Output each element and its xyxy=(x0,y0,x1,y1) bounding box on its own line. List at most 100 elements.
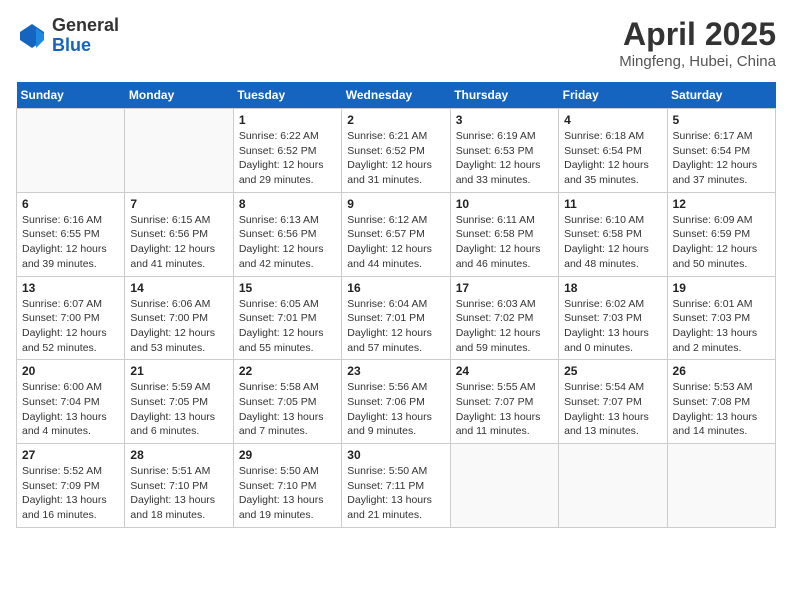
day-number: 22 xyxy=(239,364,336,378)
day-number: 5 xyxy=(673,113,770,127)
calendar-cell: 20Sunrise: 6:00 AMSunset: 7:04 PMDayligh… xyxy=(17,360,125,444)
calendar-cell: 27 Sunrise: 5:52 AMSunset: 7:09 PMDayligh… xyxy=(17,444,125,528)
calendar-cell: 8 Sunrise: 6:13 AMSunset: 6:56 PMDaylight… xyxy=(233,192,341,276)
calendar-cell: 24 Sunrise: 5:55 AMSunset: 7:07 PMDayligh… xyxy=(450,360,558,444)
calendar-cell: 7 Sunrise: 6:15 AMSunset: 6:56 PMDaylight… xyxy=(125,192,233,276)
calendar-cell: 9 Sunrise: 6:12 AMSunset: 6:57 PMDaylight… xyxy=(342,192,450,276)
day-info: Sunrise: 6:12 AMSunset: 6:57 PMDaylight:… xyxy=(347,213,444,272)
title-section: April 2025 Mingfeng, Hubei, China xyxy=(619,16,776,70)
weekday-header: Monday xyxy=(125,82,233,109)
calendar-cell: 11Sunrise: 6:10 AMSunset: 6:58 PMDayligh… xyxy=(559,192,667,276)
calendar-cell xyxy=(667,444,775,528)
day-number: 23 xyxy=(347,364,444,378)
day-info: Sunrise: 5:59 AMSunset: 7:05 PMDaylight:… xyxy=(130,380,227,439)
day-info: Sunrise: 6:21 AMSunset: 6:52 PMDaylight:… xyxy=(347,129,444,188)
calendar-cell: 25 Sunrise: 5:54 AMSunset: 7:07 PMDayligh… xyxy=(559,360,667,444)
calendar-cell: 29 Sunrise: 5:50 AMSunset: 7:10 PMDayligh… xyxy=(233,444,341,528)
weekday-header: Thursday xyxy=(450,82,558,109)
calendar-cell: 28 Sunrise: 5:51 AMSunset: 7:10 PMDayligh… xyxy=(125,444,233,528)
calendar-body: 1 Sunrise: 6:22 AMSunset: 6:52 PMDaylight… xyxy=(17,109,776,528)
day-info: Sunrise: 5:51 AMSunset: 7:10 PMDaylight:… xyxy=(130,464,227,523)
logo-text: General Blue xyxy=(52,16,119,56)
calendar-cell: 14 Sunrise: 6:06 AMSunset: 7:00 PMDayligh… xyxy=(125,276,233,360)
logo: General Blue xyxy=(16,16,119,56)
day-info: Sunrise: 6:11 AMSunset: 6:58 PMDaylight:… xyxy=(456,213,553,272)
calendar-cell: 30Sunrise: 5:50 AMSunset: 7:11 PMDayligh… xyxy=(342,444,450,528)
day-info: Sunrise: 6:05 AMSunset: 7:01 PMDaylight:… xyxy=(239,297,336,356)
day-info: Sunrise: 6:06 AMSunset: 7:00 PMDaylight:… xyxy=(130,297,227,356)
day-info: Sunrise: 6:00 AMSunset: 7:04 PMDaylight:… xyxy=(22,380,119,439)
calendar-cell: 17Sunrise: 6:03 AMSunset: 7:02 PMDayligh… xyxy=(450,276,558,360)
day-number: 19 xyxy=(673,281,770,295)
calendar-cell: 22Sunrise: 5:58 AMSunset: 7:05 PMDayligh… xyxy=(233,360,341,444)
day-number: 26 xyxy=(673,364,770,378)
logo-icon xyxy=(16,20,48,52)
day-info: Sunrise: 6:19 AMSunset: 6:53 PMDaylight:… xyxy=(456,129,553,188)
calendar-cell: 10 Sunrise: 6:11 AMSunset: 6:58 PMDayligh… xyxy=(450,192,558,276)
calendar-cell: 19Sunrise: 6:01 AMSunset: 7:03 PMDayligh… xyxy=(667,276,775,360)
day-number: 28 xyxy=(130,448,227,462)
calendar-cell: 5Sunrise: 6:17 AMSunset: 6:54 PMDaylight… xyxy=(667,109,775,193)
calendar-title: April 2025 xyxy=(619,16,776,53)
day-number: 2 xyxy=(347,113,444,127)
day-number: 1 xyxy=(239,113,336,127)
day-number: 12 xyxy=(673,197,770,211)
calendar-cell: 12Sunrise: 6:09 AMSunset: 6:59 PMDayligh… xyxy=(667,192,775,276)
day-number: 13 xyxy=(22,281,119,295)
logo-general: General xyxy=(52,16,119,36)
day-info: Sunrise: 5:50 AMSunset: 7:11 PMDaylight:… xyxy=(347,464,444,523)
calendar-cell: 23 Sunrise: 5:56 AMSunset: 7:06 PMDayligh… xyxy=(342,360,450,444)
day-number: 14 xyxy=(130,281,227,295)
page-header: General Blue April 2025 Mingfeng, Hubei,… xyxy=(16,16,776,70)
day-number: 24 xyxy=(456,364,553,378)
day-number: 27 xyxy=(22,448,119,462)
day-number: 6 xyxy=(22,197,119,211)
day-info: Sunrise: 6:04 AMSunset: 7:01 PMDaylight:… xyxy=(347,297,444,356)
day-info: Sunrise: 5:54 AMSunset: 7:07 PMDaylight:… xyxy=(564,380,661,439)
calendar-cell: 16Sunrise: 6:04 AMSunset: 7:01 PMDayligh… xyxy=(342,276,450,360)
weekday-row: SundayMondayTuesdayWednesdayThursdayFrid… xyxy=(17,82,776,109)
calendar-cell: 21 Sunrise: 5:59 AMSunset: 7:05 PMDayligh… xyxy=(125,360,233,444)
calendar-cell: 4Sunrise: 6:18 AMSunset: 6:54 PMDaylight… xyxy=(559,109,667,193)
day-number: 18 xyxy=(564,281,661,295)
calendar-cell xyxy=(450,444,558,528)
calendar-cell: 1 Sunrise: 6:22 AMSunset: 6:52 PMDaylight… xyxy=(233,109,341,193)
weekday-header: Wednesday xyxy=(342,82,450,109)
calendar-table: SundayMondayTuesdayWednesdayThursdayFrid… xyxy=(16,82,776,528)
day-info: Sunrise: 6:07 AMSunset: 7:00 PMDaylight:… xyxy=(22,297,119,356)
calendar-cell: 6Sunrise: 6:16 AMSunset: 6:55 PMDaylight… xyxy=(17,192,125,276)
day-info: Sunrise: 5:56 AMSunset: 7:06 PMDaylight:… xyxy=(347,380,444,439)
calendar-cell: 15 Sunrise: 6:05 AMSunset: 7:01 PMDayligh… xyxy=(233,276,341,360)
day-info: Sunrise: 6:13 AMSunset: 6:56 PMDaylight:… xyxy=(239,213,336,272)
day-number: 21 xyxy=(130,364,227,378)
day-info: Sunrise: 5:52 AMSunset: 7:09 PMDaylight:… xyxy=(22,464,119,523)
day-number: 25 xyxy=(564,364,661,378)
calendar-cell xyxy=(125,109,233,193)
calendar-cell: 18 Sunrise: 6:02 AMSunset: 7:03 PMDayligh… xyxy=(559,276,667,360)
day-info: Sunrise: 6:10 AMSunset: 6:58 PMDaylight:… xyxy=(564,213,661,272)
day-info: Sunrise: 6:15 AMSunset: 6:56 PMDaylight:… xyxy=(130,213,227,272)
calendar-subtitle: Mingfeng, Hubei, China xyxy=(619,53,776,70)
weekday-header: Friday xyxy=(559,82,667,109)
day-info: Sunrise: 6:22 AMSunset: 6:52 PMDaylight:… xyxy=(239,129,336,188)
weekday-header: Tuesday xyxy=(233,82,341,109)
day-number: 15 xyxy=(239,281,336,295)
day-number: 29 xyxy=(239,448,336,462)
day-number: 7 xyxy=(130,197,227,211)
calendar-header: SundayMondayTuesdayWednesdayThursdayFrid… xyxy=(17,82,776,109)
calendar-week-row: 13 Sunrise: 6:07 AMSunset: 7:00 PMDayligh… xyxy=(17,276,776,360)
day-info: Sunrise: 6:02 AMSunset: 7:03 PMDaylight:… xyxy=(564,297,661,356)
day-info: Sunrise: 6:18 AMSunset: 6:54 PMDaylight:… xyxy=(564,129,661,188)
day-number: 3 xyxy=(456,113,553,127)
day-number: 10 xyxy=(456,197,553,211)
day-info: Sunrise: 6:03 AMSunset: 7:02 PMDaylight:… xyxy=(456,297,553,356)
day-info: Sunrise: 5:50 AMSunset: 7:10 PMDaylight:… xyxy=(239,464,336,523)
calendar-cell: 2 Sunrise: 6:21 AMSunset: 6:52 PMDaylight… xyxy=(342,109,450,193)
day-number: 8 xyxy=(239,197,336,211)
calendar-cell xyxy=(17,109,125,193)
day-info: Sunrise: 5:53 AMSunset: 7:08 PMDaylight:… xyxy=(673,380,770,439)
calendar-week-row: 6Sunrise: 6:16 AMSunset: 6:55 PMDaylight… xyxy=(17,192,776,276)
day-info: Sunrise: 5:55 AMSunset: 7:07 PMDaylight:… xyxy=(456,380,553,439)
day-number: 9 xyxy=(347,197,444,211)
calendar-cell xyxy=(559,444,667,528)
